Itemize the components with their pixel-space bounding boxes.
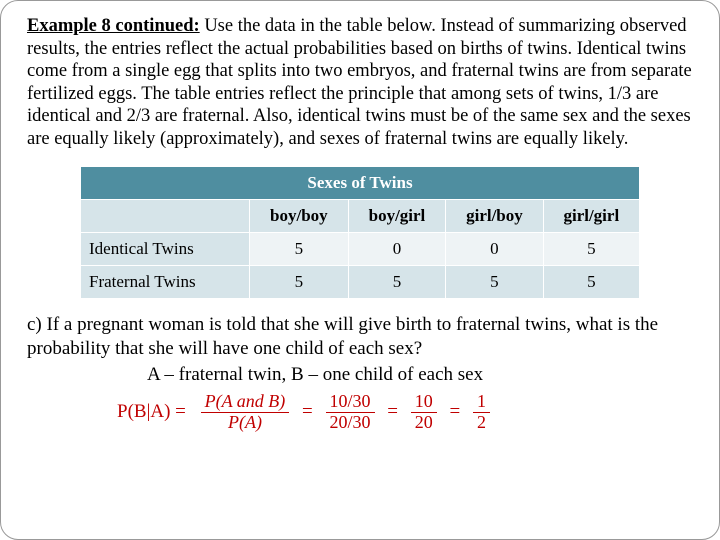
cell: 5: [250, 266, 349, 299]
cell: 5: [543, 266, 639, 299]
frac-num: 1: [473, 392, 490, 412]
equals-icon: =: [387, 401, 398, 423]
example-lead: Example 8 continued:: [27, 16, 200, 36]
col-header: boy/boy: [250, 200, 349, 233]
fraction-1: P(A and B) P(A): [201, 392, 290, 433]
fraction-4: 1 2: [473, 392, 490, 433]
frac-num: P(A and B): [201, 392, 290, 412]
table-stub-header: [81, 200, 250, 233]
cell: 0: [348, 233, 445, 266]
formula-lhs: P(B|A) =: [117, 401, 186, 423]
frac-den: 20/30: [326, 412, 375, 433]
col-header: girl/boy: [446, 200, 543, 233]
cell: 5: [250, 233, 349, 266]
twins-table: Sexes of Twins boy/boy boy/girl girl/boy…: [80, 166, 640, 299]
fraction-3: 10 20: [411, 392, 437, 433]
table-row: Fraternal Twins 5 5 5 5: [81, 266, 640, 299]
frac-den: 20: [411, 412, 437, 433]
frac-den: P(A): [201, 412, 290, 433]
row-label: Identical Twins: [81, 233, 250, 266]
formula: P(B|A) = P(A and B) P(A) = 10/30 20/30 =…: [27, 392, 693, 433]
frac-num: 10/30: [326, 392, 375, 412]
row-label: Fraternal Twins: [81, 266, 250, 299]
table-title: Sexes of Twins: [81, 167, 640, 200]
event-definitions: A – fraternal twin, B – one child of eac…: [27, 364, 693, 386]
table-row: Identical Twins 5 0 0 5: [81, 233, 640, 266]
question-text: c) If a pregnant woman is told that she …: [27, 313, 693, 359]
col-header: girl/girl: [543, 200, 639, 233]
table-title-row: Sexes of Twins: [81, 167, 640, 200]
intro-paragraph: Example 8 continued: Use the data in the…: [27, 15, 693, 150]
cell: 5: [543, 233, 639, 266]
fraction-2: 10/30 20/30: [326, 392, 375, 433]
cell: 5: [348, 266, 445, 299]
slide-card: Example 8 continued: Use the data in the…: [0, 0, 720, 540]
equals-icon: =: [302, 401, 313, 423]
frac-num: 10: [411, 392, 437, 412]
cell: 5: [446, 266, 543, 299]
frac-den: 2: [473, 412, 490, 433]
col-header: boy/girl: [348, 200, 445, 233]
equals-icon: =: [450, 401, 461, 423]
table-header-row: boy/boy boy/girl girl/boy girl/girl: [81, 200, 640, 233]
cell: 0: [446, 233, 543, 266]
